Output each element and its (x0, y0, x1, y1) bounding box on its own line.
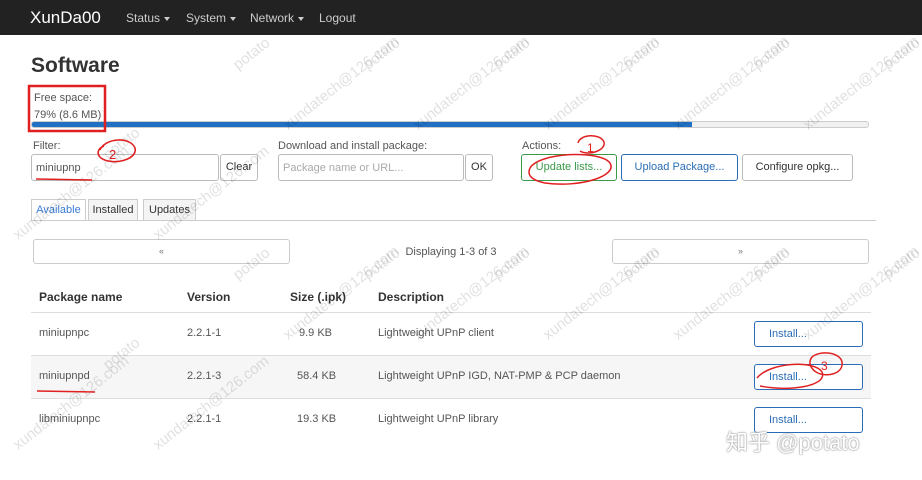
tab-available[interactable]: Available (31, 199, 86, 221)
header-description: Description (378, 290, 445, 304)
tab-divider (31, 220, 876, 221)
pager-next-button[interactable]: » (612, 239, 869, 264)
progress-fill (32, 122, 693, 127)
page-title: Software (31, 54, 120, 77)
configure-opkg-button[interactable]: Configure opkg... (742, 154, 853, 181)
watermark-text: xundatech@126.com (540, 32, 663, 134)
package-size: 58.4 KB (297, 370, 337, 382)
table-row: miniupnpd 2.2.1-3 58.4 KB Lightweight UP… (31, 355, 871, 398)
install-button[interactable]: Install... (754, 364, 863, 390)
clear-button[interactable]: Clear (220, 154, 258, 181)
watermark-text: potato (750, 34, 794, 74)
package-name: libminiupnpc (39, 413, 101, 425)
watermark-text: potato (880, 34, 922, 74)
annotation-number-1: 1 (587, 141, 594, 155)
filter-input[interactable] (31, 154, 219, 181)
package-version: 2.2.1-1 (187, 413, 222, 425)
package-name: miniupnpd (39, 370, 90, 382)
nav-status[interactable]: Status (126, 11, 171, 25)
nav-system[interactable]: System (186, 11, 237, 25)
watermark-text: xundatech@126.com (410, 32, 533, 134)
header-size: Size (.ipk) (290, 290, 347, 304)
brand-title[interactable]: XunDa00 (30, 8, 101, 28)
tab-updates[interactable]: Updates (143, 199, 196, 221)
package-version: 2.2.1-3 (187, 370, 222, 382)
free-space-value: 79% (8.6 MB) (34, 109, 102, 121)
package-size: 9.9 KB (299, 327, 333, 339)
package-description: Lightweight UPnP library (378, 413, 499, 425)
filter-label: Filter: (33, 140, 61, 152)
watermark-text: xundatech@126.com (800, 32, 922, 134)
download-label: Download and install package: (278, 140, 428, 152)
watermark-text: xundatech@126.com (670, 32, 793, 134)
header-version: Version (187, 290, 231, 304)
free-space-progress (31, 121, 869, 128)
install-button[interactable]: Install... (754, 321, 863, 347)
update-lists-button[interactable]: Update lists... (521, 154, 617, 181)
caret-down-icon (298, 16, 305, 21)
zhihu-watermark: 知乎 @potato (726, 430, 860, 455)
free-space-label: Free space: (34, 92, 93, 104)
watermark-text: potato (490, 34, 534, 74)
pager-prev-button[interactable]: « (33, 239, 290, 264)
package-description: Lightweight UPnP IGD, NAT-PMP & PCP daem… (378, 370, 621, 382)
caret-down-icon (230, 16, 237, 21)
pager-status: Displaying 1-3 of 3 (405, 246, 497, 258)
nav-status-label: Status (126, 11, 161, 25)
nav-logout[interactable]: Logout (319, 11, 356, 25)
package-description: Lightweight UPnP client (378, 327, 494, 339)
actions-label: Actions: (522, 140, 562, 152)
package-url-input[interactable] (278, 154, 464, 181)
ok-button[interactable]: OK (465, 154, 493, 181)
tab-installed[interactable]: Installed (88, 199, 138, 221)
package-size: 19.3 KB (297, 413, 337, 425)
nav-network[interactable]: Network (250, 11, 305, 25)
watermark-text: potato (880, 244, 922, 284)
package-version: 2.2.1-1 (187, 327, 222, 339)
header-package-name: Package name (39, 290, 123, 304)
watermark-text: potato (360, 34, 404, 74)
table-row: miniupnpc 2.2.1-1 9.9 KB Lightweight UPn… (31, 312, 871, 355)
upload-package-button[interactable]: Upload Package... (621, 154, 738, 181)
top-navbar: XunDa00 Status System Network Logout (0, 0, 922, 35)
annotation-circle-1 (577, 135, 605, 154)
nav-network-label: Network (250, 11, 295, 25)
watermark-text: potato (620, 34, 664, 74)
nav-system-label: System (186, 11, 227, 25)
watermark-text: potato (230, 34, 274, 74)
watermark-text: xundatech@126.com (280, 32, 403, 134)
caret-down-icon (164, 16, 171, 21)
package-name: miniupnpc (39, 327, 90, 339)
